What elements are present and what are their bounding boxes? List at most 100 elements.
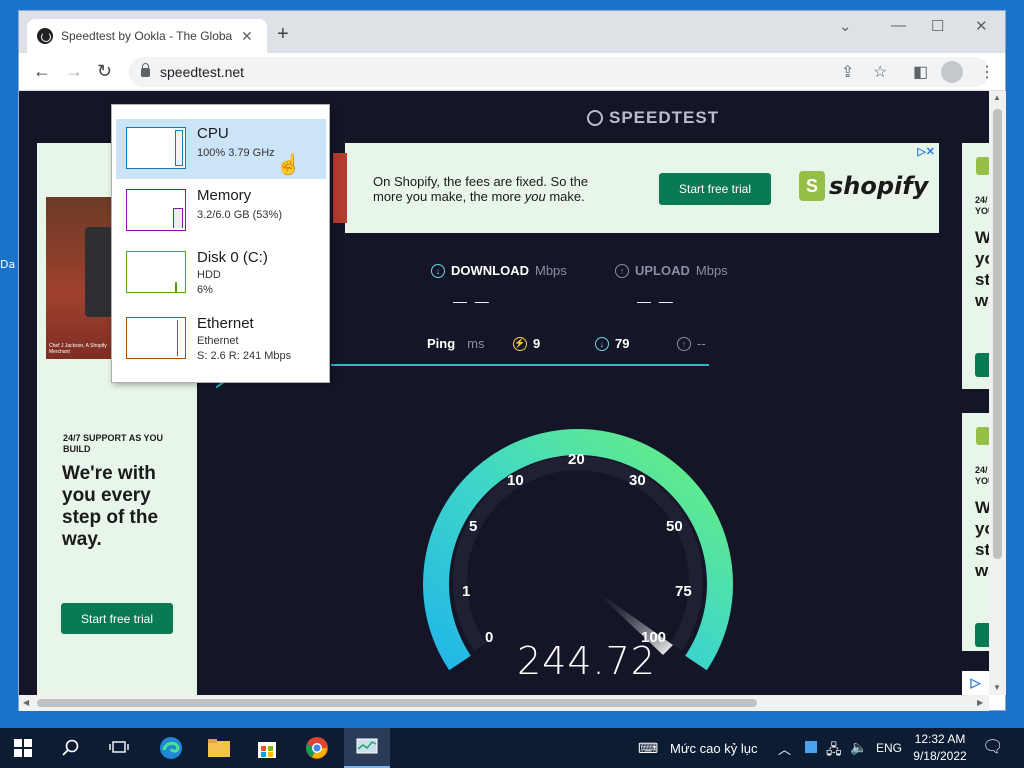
- tm-disk-title: Disk 0 (C:): [197, 249, 268, 266]
- vertical-scroll-thumb[interactable]: [993, 109, 1002, 559]
- taskbar-store[interactable]: [244, 728, 290, 768]
- ping-download: ↓ 79: [595, 336, 629, 351]
- ping-idle-icon: ⚡: [513, 336, 527, 351]
- tab-close-icon[interactable]: ✕: [241, 28, 253, 45]
- browser-tab[interactable]: Speedtest by Ookla - The Global ✕: [27, 19, 267, 53]
- brand-text: SPEEDTEST: [609, 108, 720, 127]
- scroll-right-icon[interactable]: ▶: [977, 698, 983, 707]
- tm-memory-item[interactable]: Memory 3.2/6.0 GB (53%): [116, 181, 326, 241]
- tab-title: Speedtest by Ookla - The Global: [61, 29, 233, 43]
- horizontal-scrollbar[interactable]: ◀ ▶: [19, 695, 989, 711]
- tray-chevron-icon[interactable]: ︿: [778, 739, 791, 758]
- tab-search-icon[interactable]: ⌄: [839, 17, 852, 35]
- reload-icon[interactable]: ↻: [97, 61, 112, 82]
- speedtest-brand[interactable]: SPEEDTEST: [587, 108, 719, 128]
- taskbar-chrome[interactable]: [294, 728, 340, 768]
- progress-line: [331, 364, 709, 366]
- taskbar: ⌨ Mức cao kỷ lục ︿ 🖧 🔈 ENG 12:32 AM 9/18…: [0, 728, 1024, 768]
- maximize-icon[interactable]: ☐: [931, 17, 944, 35]
- address-bar[interactable]: speedtest.net: [129, 57, 989, 87]
- ethernet-graph: [126, 317, 186, 359]
- upload-unit: Mbps: [695, 263, 728, 278]
- ime-status-label[interactable]: Mức cao kỷ lục: [670, 741, 757, 756]
- ad-top-start-trial-button[interactable]: Start free trial: [659, 173, 771, 205]
- ime-keyboard-icon[interactable]: ⌨: [638, 740, 658, 757]
- minimize-icon[interactable]: —: [891, 17, 906, 34]
- shopify-bag-icon: [976, 157, 989, 175]
- scroll-up-icon[interactable]: ▲: [993, 93, 1001, 102]
- language-indicator[interactable]: ENG: [876, 741, 902, 755]
- back-arrow-icon[interactable]: ←: [33, 61, 51, 82]
- taskbar-edge[interactable]: [148, 728, 194, 768]
- shopify-logo: S shopify: [799, 171, 928, 201]
- tray-app-icon[interactable]: [805, 741, 817, 753]
- gauge-tick-label: 5: [469, 518, 478, 535]
- ping-download-value: 79: [615, 336, 630, 351]
- vertical-scrollbar[interactable]: ▲ ▼: [989, 91, 1006, 695]
- side-panel-icon[interactable]: ◧: [913, 62, 928, 82]
- upload-metric: ↑ UPLOAD Mbps: [615, 263, 728, 278]
- adchoices-close-icon[interactable]: ▷✕: [917, 145, 935, 158]
- ad-right-small-text: 24/ YOU: [975, 465, 989, 486]
- scroll-down-icon[interactable]: ▼: [993, 683, 1001, 692]
- clock[interactable]: 12:32 AM 9/18/2022: [910, 732, 970, 763]
- ad-right-headline: W yo st wa: [975, 498, 989, 580]
- clock-time: 12:32 AM: [914, 732, 966, 746]
- ad-top-line2em: you: [524, 189, 546, 204]
- ad-right-button[interactable]: [975, 353, 989, 377]
- task-view-icon: [109, 741, 129, 753]
- url-text[interactable]: speedtest.net: [160, 64, 244, 80]
- ad-banner-right-2[interactable]: 24/ YOU W yo st wa: [962, 413, 989, 651]
- ad-right-small-text: 24/ YOU: [975, 195, 989, 216]
- menu-kebab-icon[interactable]: ⋮: [979, 62, 995, 82]
- profile-avatar-icon[interactable]: [941, 61, 963, 83]
- start-button[interactable]: [0, 728, 46, 768]
- forward-arrow-icon[interactable]: →: [65, 61, 83, 82]
- ping-upload: ↑ --: [677, 336, 706, 351]
- ad-banner-right-1[interactable]: 24/ YOU W yo st wa: [962, 143, 989, 389]
- horizontal-scroll-thumb[interactable]: [37, 699, 757, 707]
- upload-arrow-icon: ↑: [615, 263, 629, 278]
- disk-graph: [126, 251, 186, 293]
- bookmark-star-icon[interactable]: ☆: [873, 62, 887, 82]
- gauge-tick-label: 20: [568, 451, 585, 468]
- ad-top-line2a: more you make, the more: [373, 189, 525, 204]
- taskbar-task-manager[interactable]: [344, 728, 390, 768]
- clock-date: 9/18/2022: [913, 749, 967, 763]
- gauge-tick-label: 50: [666, 518, 683, 535]
- ad-right-button[interactable]: [975, 623, 989, 647]
- search-button[interactable]: [48, 728, 94, 768]
- gauge-tick-label: 1: [462, 583, 471, 600]
- ping-metric: Ping ms: [427, 336, 485, 351]
- tm-ethernet-title: Ethernet: [197, 315, 254, 332]
- upload-label: UPLOAD: [635, 263, 690, 278]
- adchoices-icon[interactable]: ▷: [962, 671, 989, 695]
- scroll-left-icon[interactable]: ◀: [23, 698, 29, 707]
- ad-left-small-text: 24/7 SUPPORT AS YOU BUILD: [63, 433, 164, 454]
- ad-top-text: On Shopify, the fees are fixed. So the m…: [373, 174, 633, 204]
- memory-graph: [126, 189, 186, 231]
- notification-icon[interactable]: 🗨: [982, 737, 1004, 757]
- ad-top-line1: On Shopify, the fees are fixed. So the: [373, 174, 589, 189]
- volume-icon[interactable]: 🔈: [850, 739, 867, 756]
- tm-ethernet-item[interactable]: Ethernet Ethernet S: 2.6 R: 241 Mbps: [116, 309, 326, 369]
- share-icon[interactable]: ⇪: [841, 62, 854, 82]
- ad-left-start-trial-button[interactable]: Start free trial: [61, 603, 173, 634]
- ad-photo-caption: Chef J Jackson, A Shopify Merchant: [49, 343, 107, 355]
- lock-icon[interactable]: [141, 62, 150, 77]
- shopify-wordmark: shopify: [829, 172, 929, 200]
- new-tab-icon[interactable]: +: [277, 23, 289, 46]
- close-window-icon[interactable]: ✕: [975, 17, 988, 35]
- ad-banner-top[interactable]: On Shopify, the fees are fixed. So the m…: [333, 143, 939, 233]
- store-icon: [258, 742, 276, 758]
- task-manager-icon: [356, 738, 378, 754]
- taskbar-file-explorer[interactable]: [196, 728, 242, 768]
- network-icon[interactable]: 🖧: [826, 739, 842, 763]
- tm-disk-item[interactable]: Disk 0 (C:) HDD 6%: [116, 243, 326, 303]
- shopify-bag-icon: [976, 427, 989, 445]
- tm-memory-title: Memory: [197, 187, 252, 204]
- download-label: DOWNLOAD: [451, 263, 529, 278]
- desktop-icon-label[interactable]: Da: [0, 258, 15, 271]
- download-metric: ↓ DOWNLOAD Mbps: [431, 263, 567, 278]
- task-view-button[interactable]: [96, 728, 142, 768]
